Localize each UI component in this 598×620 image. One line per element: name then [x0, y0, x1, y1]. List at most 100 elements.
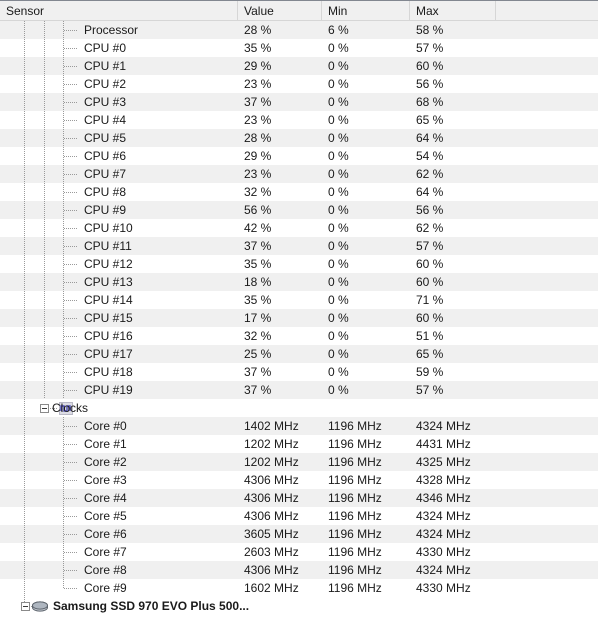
tree-guide-line: [24, 291, 25, 309]
sensor-row[interactable]: CPU #12 35 % 0 % 60 %: [0, 255, 598, 273]
tree-guide-line: [44, 219, 45, 237]
sensor-row[interactable]: Core #8 4306 MHz 1196 MHz 4324 MHz: [0, 561, 598, 579]
sensor-row[interactable]: CPU #3 37 % 0 % 68 %: [0, 93, 598, 111]
tree-guide-line: [44, 57, 45, 75]
sensor-row-max: 59 %: [416, 365, 444, 379]
sensor-row-min: 1196 MHz: [328, 491, 382, 505]
sensor-row[interactable]: CPU #2 23 % 0 % 56 %: [0, 75, 598, 93]
sensor-row-min: 0 %: [328, 221, 349, 235]
sensor-row-min: 1196 MHz: [328, 581, 382, 595]
tree-guide-connector: [64, 228, 78, 229]
sensor-row[interactable]: CPU #15 17 % 0 % 60 %: [0, 309, 598, 327]
sensor-row-label: CPU #4: [84, 113, 127, 127]
tree-guide-connector: [64, 354, 78, 355]
sensor-row-min: 1196 MHz: [328, 563, 382, 577]
sensor-row[interactable]: CPU #16 32 % 0 % 51 %: [0, 327, 598, 345]
device-node-row[interactable]: Samsung SSD 970 EVO Plus 500...: [0, 597, 598, 615]
sensor-row[interactable]: Core #1 1202 MHz 1196 MHz 4431 MHz: [0, 435, 598, 453]
sensor-row[interactable]: Core #6 3605 MHz 1196 MHz 4324 MHz: [0, 525, 598, 543]
sensor-row-value: 37 %: [244, 95, 272, 109]
sensor-row[interactable]: CPU #18 37 % 0 % 59 %: [0, 363, 598, 381]
tree-guide-line: [24, 111, 25, 129]
sensor-row[interactable]: CPU #8 32 % 0 % 64 %: [0, 183, 598, 201]
tree-guide-line: [24, 219, 25, 237]
column-header-min[interactable]: Min: [322, 1, 410, 20]
tree-guide-connector: [64, 174, 78, 175]
tree-guide-connector: [64, 462, 78, 463]
tree-guide-connector: [64, 264, 78, 265]
column-header-spare[interactable]: [496, 1, 598, 20]
sensor-row[interactable]: CPU #9 56 % 0 % 56 %: [0, 201, 598, 219]
tree-guide-connector: [64, 102, 78, 103]
sensor-row-min: 1196 MHz: [328, 473, 382, 487]
minus-expander-icon[interactable]: [21, 602, 30, 611]
sensor-row-value: 37 %: [244, 239, 272, 253]
sensor-row[interactable]: CPU #4 23 % 0 % 65 %: [0, 111, 598, 129]
sensor-row-label: Core #3: [84, 473, 127, 487]
sensor-row-label: Core #4: [84, 491, 127, 505]
sensor-group-row-clocks[interactable]: Clocks: [0, 399, 598, 417]
sensor-row[interactable]: CPU #19 37 % 0 % 57 %: [0, 381, 598, 399]
sensor-row-label: Core #7: [84, 545, 127, 559]
sensor-row[interactable]: CPU #1 29 % 0 % 60 %: [0, 57, 598, 75]
sensor-row-max: 4431 MHz: [416, 437, 471, 451]
sensor-row-min: 0 %: [328, 185, 349, 199]
tree-guide-line: [24, 381, 25, 399]
tree-guide-line: [24, 273, 25, 291]
sensor-row[interactable]: Core #7 2603 MHz 1196 MHz 4330 MHz: [0, 543, 598, 561]
sensor-row-label: CPU #5: [84, 131, 127, 145]
tree-guide-line: [24, 165, 25, 183]
minus-expander-icon[interactable]: [40, 404, 49, 413]
sensor-row[interactable]: CPU #10 42 % 0 % 62 %: [0, 219, 598, 237]
sensor-row-max: 4346 MHz: [416, 491, 471, 505]
sensor-row-max: 62 %: [416, 221, 444, 235]
tree-guide-line: [24, 471, 25, 489]
sensor-row[interactable]: CPU #14 35 % 0 % 71 %: [0, 291, 598, 309]
column-header-max[interactable]: Max: [410, 1, 496, 20]
sensor-row-value: 25 %: [244, 347, 272, 361]
sensor-row[interactable]: Processor 28 % 6 % 58 %: [0, 21, 598, 39]
sensor-row[interactable]: CPU #13 18 % 0 % 60 %: [0, 273, 598, 291]
tree-guide-line: [44, 345, 45, 363]
tree-guide-connector: [64, 120, 78, 121]
sensor-row-value: 4306 MHz: [244, 473, 299, 487]
sensor-row-min: 1196 MHz: [328, 455, 382, 469]
sensor-row[interactable]: Core #0 1402 MHz 1196 MHz 4324 MHz: [0, 417, 598, 435]
tree-guide-connector: [64, 570, 78, 571]
column-header-min-label: Min: [328, 3, 348, 18]
sensor-row[interactable]: CPU #17 25 % 0 % 65 %: [0, 345, 598, 363]
sensor-row-value: 1202 MHz: [244, 437, 299, 451]
sensor-row-label: Core #6: [84, 527, 127, 541]
sensor-row-min: 0 %: [328, 383, 349, 397]
column-header-sensor[interactable]: Sensor: [0, 1, 238, 20]
sensor-row-label: Core #0: [84, 419, 127, 433]
sensor-row[interactable]: CPU #7 23 % 0 % 62 %: [0, 165, 598, 183]
sensor-row-max: 65 %: [416, 347, 444, 361]
sensor-row[interactable]: Core #4 4306 MHz 1196 MHz 4346 MHz: [0, 489, 598, 507]
sensor-row-max: 57 %: [416, 383, 444, 397]
tree-guide-line: [24, 183, 25, 201]
sensor-row[interactable]: Core #9 1602 MHz 1196 MHz 4330 MHz: [0, 579, 598, 597]
sensor-row-min: 0 %: [328, 149, 349, 163]
sensor-group-label: Clocks: [52, 401, 89, 415]
column-header-value[interactable]: Value: [238, 1, 322, 20]
sensor-row-min: 0 %: [328, 131, 349, 145]
sensor-row[interactable]: CPU #0 35 % 0 % 57 %: [0, 39, 598, 57]
sensor-row-label: Processor: [84, 23, 139, 37]
sensor-row[interactable]: Core #2 1202 MHz 1196 MHz 4325 MHz: [0, 453, 598, 471]
sensor-row[interactable]: CPU #6 29 % 0 % 54 %: [0, 147, 598, 165]
tree-guide-line: [24, 345, 25, 363]
sensor-row-label: CPU #0: [84, 41, 127, 55]
sensor-row[interactable]: Core #3 4306 MHz 1196 MHz 4328 MHz: [0, 471, 598, 489]
tree-guide-line: [44, 183, 45, 201]
sensor-row[interactable]: CPU #11 37 % 0 % 57 %: [0, 237, 598, 255]
tree-guide-connector: [64, 30, 78, 31]
sensor-row[interactable]: Core #5 4306 MHz 1196 MHz 4324 MHz: [0, 507, 598, 525]
sensor-row-value: 4306 MHz: [244, 491, 299, 505]
sensor-row-max: 4330 MHz: [416, 545, 471, 559]
tree-guide-connector: [64, 210, 78, 211]
tree-guide-connector: [64, 444, 78, 445]
tree-guide-connector: [64, 390, 78, 391]
tree-guide-connector: [64, 156, 78, 157]
sensor-row[interactable]: CPU #5 28 % 0 % 64 %: [0, 129, 598, 147]
